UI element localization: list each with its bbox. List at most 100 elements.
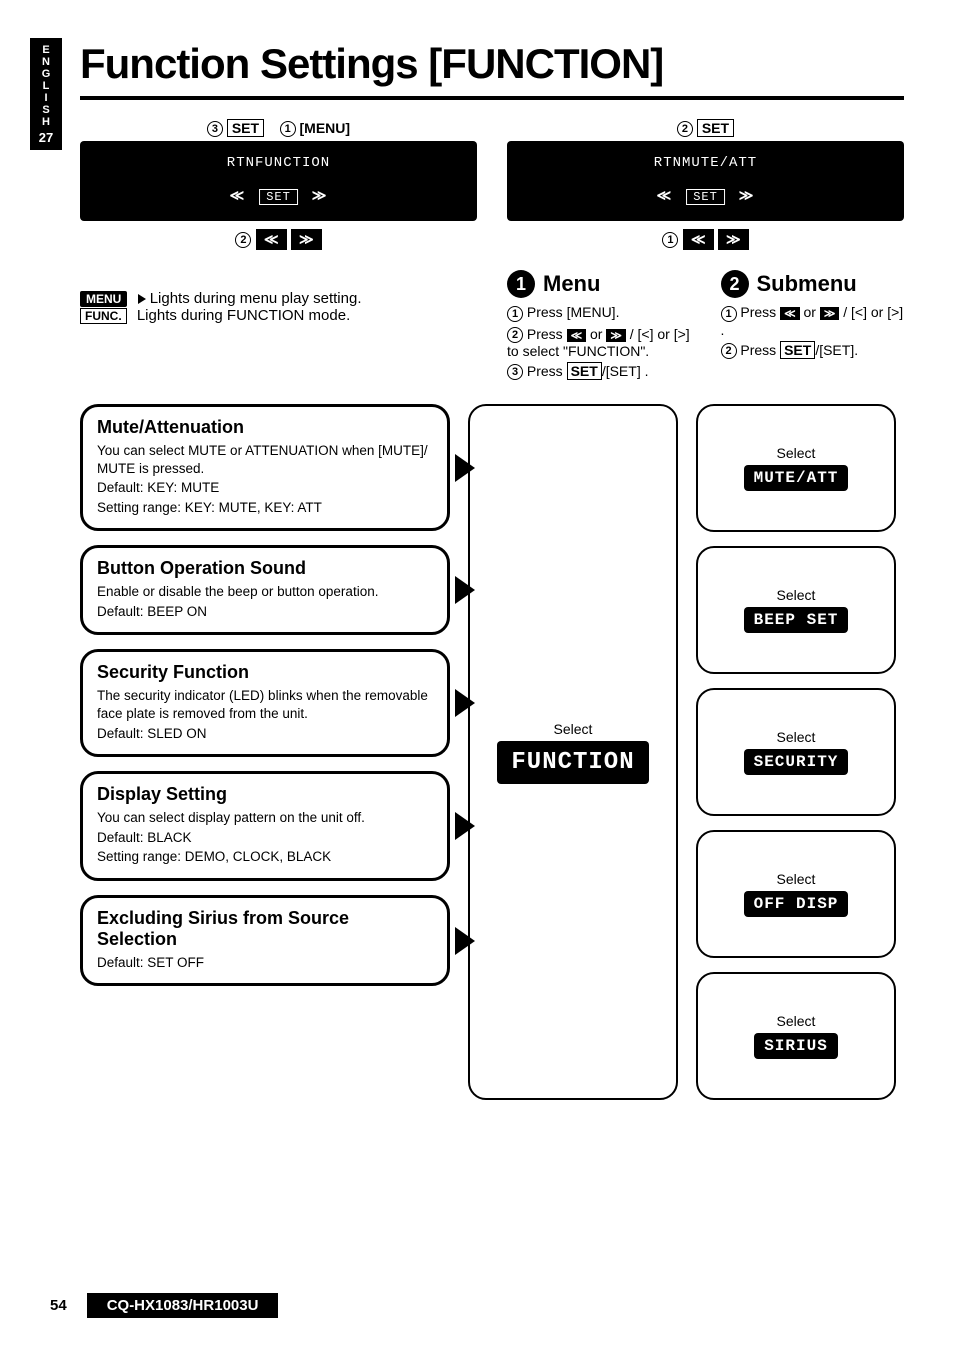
- select-label: Select: [777, 587, 816, 603]
- lights-func-row: FUNC. Lights during FUNCTION mode.: [80, 307, 477, 324]
- setting-default: Default: BEEP ON: [97, 603, 433, 621]
- submenu-chip: SECURITY: [744, 749, 849, 775]
- select-label: Select: [777, 1013, 816, 1029]
- arrow-icon: [455, 812, 475, 840]
- submenu-chip: BEEP SET: [744, 607, 849, 633]
- menu-badge: MENU: [80, 291, 127, 307]
- device-right-below: 1 ≪ ≫: [507, 229, 904, 250]
- submenu-heading: Submenu: [757, 271, 857, 297]
- setting-default: Default: KEY: MUTE: [97, 479, 433, 497]
- submenu-chip-column: Select MUTE/ATT Select BEEP SET Select S…: [696, 404, 896, 1100]
- arrow-icon: [455, 576, 475, 604]
- setting-range: Setting range: DEMO, CLOCK, BLACK: [97, 848, 433, 866]
- submenu-chip: SIRIUS: [754, 1033, 838, 1059]
- lights-menu-text: Lights during menu play setting.: [150, 290, 362, 307]
- device-left-callouts: 3 SET 1 [MENU]: [80, 120, 477, 137]
- setting-beep: Button Operation Sound Enable or disable…: [80, 545, 450, 635]
- below-next-right: ≫: [718, 229, 749, 250]
- menu-arrow-icon: [138, 294, 146, 304]
- callout-2: 2: [235, 232, 251, 248]
- select-label: Select: [777, 729, 816, 745]
- language-tab: ENGLISH 27: [30, 38, 62, 150]
- side-page: 27: [30, 132, 62, 144]
- submenu-number-icon: 2: [721, 270, 749, 298]
- menu-step-3: 3 Press SET/[SET] .: [507, 363, 691, 380]
- device-left: RTNFUNCTION ≪ SET ≫: [80, 141, 477, 221]
- model-badge: CQ-HX1083/HR1003U: [87, 1293, 279, 1318]
- setting-default: Default: BLACK: [97, 829, 433, 847]
- device-left-block: 3 SET 1 [MENU] RTNFUNCTION ≪ SET ≫ 2 ≪ ≫: [80, 120, 477, 384]
- footer: 54 CQ-HX1083/HR1003U: [50, 1293, 278, 1318]
- setting-range: Setting range: KEY: MUTE, KEY: ATT: [97, 499, 433, 517]
- callout-set-left: SET: [227, 119, 264, 137]
- setting-title: Button Operation Sound: [97, 558, 433, 579]
- setting-security: Security Function The security indicator…: [80, 649, 450, 757]
- device-left-next: ≫: [304, 186, 336, 207]
- setting-display: Display Setting You can select display p…: [80, 771, 450, 881]
- callout-r2: 2: [677, 121, 693, 137]
- setting-default: Default: SLED ON: [97, 725, 433, 743]
- settings-column: Mute/Attenuation You can select MUTE or …: [80, 404, 450, 1100]
- device-right-next: ≫: [731, 186, 763, 207]
- callout-3: 3: [207, 121, 223, 137]
- func-badge: FUNC.: [80, 308, 127, 324]
- lights-func-text: Lights during FUNCTION mode.: [137, 307, 350, 324]
- submenu-chip: OFF DISP: [744, 891, 849, 917]
- callout-menu-left: [MENU]: [300, 120, 351, 136]
- device-left-set: SET: [259, 189, 298, 205]
- device-right-set: SET: [686, 189, 725, 205]
- arrow-icon: [455, 454, 475, 482]
- device-left-lcd: RTNFUNCTION: [227, 155, 330, 171]
- lights-menu-row: MENU Lights during menu play setting.: [80, 290, 477, 307]
- submenu-beep: Select BEEP SET: [696, 546, 896, 674]
- submenu-column: 2 Submenu 1 Press ≪ or ≫ / [<] or [>] . …: [721, 270, 905, 384]
- title-rule: [80, 96, 904, 100]
- select-label: Select: [554, 721, 593, 737]
- menu-step-2: 2 Press ≪ or ≫ / [<] or [>] to select "F…: [507, 326, 691, 359]
- submenu-step-1: 1 Press ≪ or ≫ / [<] or [>] .: [721, 304, 905, 337]
- page-number: 54: [50, 1297, 67, 1314]
- select-label: Select: [777, 445, 816, 461]
- submenu-chip: MUTE/ATT: [744, 465, 849, 491]
- device-left-prev: ≪: [222, 186, 254, 207]
- callout-set-right: SET: [697, 119, 734, 137]
- submenu-step-2: 2 Press SET/[SET].: [721, 342, 905, 359]
- arrow-icon: [455, 689, 475, 717]
- submenu-security: Select SECURITY: [696, 688, 896, 816]
- setting-body: Enable or disable the beep or button ope…: [97, 583, 433, 601]
- device-right-block: 2 SET RTNMUTE/ATT ≪ SET ≫ 1 ≪ ≫ 1: [507, 120, 904, 384]
- menu-column: 1 Menu 1 Press [MENU]. 2 Press ≪ or ≫ / …: [507, 270, 691, 384]
- device-right-prev: ≪: [649, 186, 681, 207]
- function-chip: FUNCTION: [497, 741, 648, 784]
- device-left-below: 2 ≪ ≫: [80, 229, 477, 250]
- device-right: RTNMUTE/ATT ≪ SET ≫: [507, 141, 904, 221]
- below-prev-right: ≪: [683, 229, 714, 250]
- lang-letters: ENGLISH: [30, 44, 62, 128]
- setting-title: Display Setting: [97, 784, 433, 805]
- setting-sirius: Excluding Sirius from Source Selection D…: [80, 895, 450, 987]
- setting-title: Excluding Sirius from Source Selection: [97, 908, 433, 950]
- submenu-mute: Select MUTE/ATT: [696, 404, 896, 532]
- select-label: Select: [777, 871, 816, 887]
- setting-mute: Mute/Attenuation You can select MUTE or …: [80, 404, 450, 531]
- setting-default: Default: SET OFF: [97, 954, 433, 972]
- setting-title: Security Function: [97, 662, 433, 683]
- setting-body: You can select MUTE or ATTENUATION when …: [97, 442, 433, 477]
- menu-number-icon: 1: [507, 270, 535, 298]
- callout-r1: 1: [662, 232, 678, 248]
- arrow-icon: [455, 927, 475, 955]
- setting-title: Mute/Attenuation: [97, 417, 433, 438]
- device-right-lcd: RTNMUTE/ATT: [654, 155, 757, 171]
- menu-heading: Menu: [543, 271, 600, 297]
- setting-body: You can select display pattern on the un…: [97, 809, 433, 827]
- below-prev-left: ≪: [256, 229, 287, 250]
- submenu-sirius: Select SIRIUS: [696, 972, 896, 1100]
- page-title: Function Settings [FUNCTION]: [80, 40, 904, 88]
- setting-body: The security indicator (LED) blinks when…: [97, 687, 433, 722]
- callout-1: 1: [280, 121, 296, 137]
- device-right-callouts: 2 SET: [507, 120, 904, 137]
- submenu-offdisp: Select OFF DISP: [696, 830, 896, 958]
- function-select-box: Select FUNCTION: [468, 404, 678, 1100]
- below-next-left: ≫: [291, 229, 322, 250]
- menu-step-1: 1 Press [MENU].: [507, 304, 691, 321]
